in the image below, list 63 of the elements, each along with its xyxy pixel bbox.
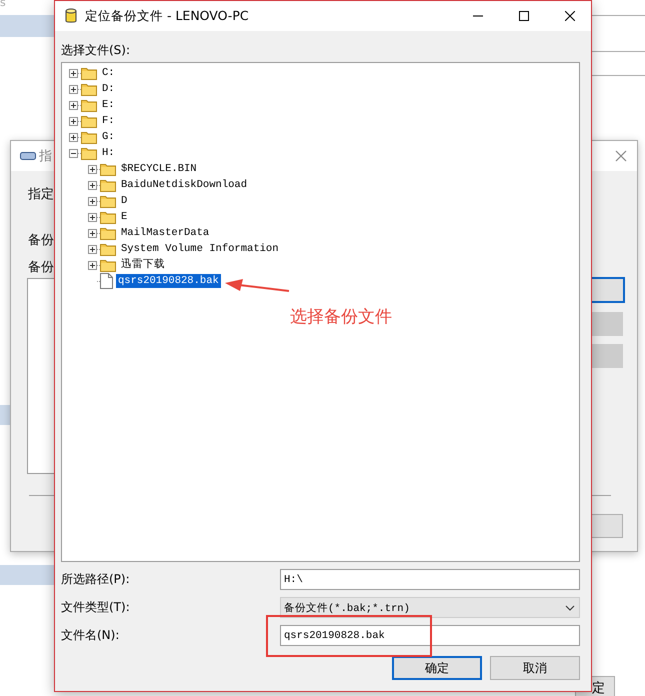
file-name-field[interactable]: qsrs20190828.bak [280,625,580,646]
tree-item[interactable]: D [119,194,130,208]
folder-icon [100,210,116,224]
folder-icon [100,178,116,192]
window-icon [20,152,36,160]
folder-icon [100,258,116,272]
expand-icon[interactable] [69,116,78,126]
expand-icon[interactable] [88,196,97,206]
folder-icon [81,98,97,112]
tree-item[interactable]: MailMasterData [119,226,212,240]
window-title: 定位备份文件 - LENOVO-PC [85,8,250,24]
expand-icon[interactable] [69,84,78,94]
path-label: 所选路径(P): [61,571,131,588]
folder-icon [100,226,116,240]
window-title: 指 [39,148,52,165]
folder-icon [81,146,97,160]
expand-icon[interactable] [88,228,97,238]
label-text: 指定 [28,186,54,203]
tree-item[interactable]: D: [100,82,117,96]
tree-item[interactable]: E [119,210,130,224]
cancel-button[interactable]: 取消 [490,656,580,680]
tree-item[interactable]: C: [100,66,117,80]
file-type-dropdown[interactable]: 备份文件(*.bak;*.trn) [280,597,580,618]
tree-item[interactable]: F: [100,114,117,128]
expand-icon[interactable] [88,180,97,190]
folder-icon [81,114,97,128]
annotation-text: 选择备份文件 [290,306,392,328]
file-name-label: 文件名(N): [61,627,120,644]
folder-icon [81,82,97,96]
tree-item[interactable]: BaiduNetdiskDownload [119,178,250,192]
folder-icon [100,162,116,176]
label-text: 备份 [28,232,54,249]
tree-item[interactable]: System Volume Information [119,242,281,256]
folder-icon [81,66,97,80]
expand-icon[interactable] [88,260,97,270]
chevron-down-icon [565,604,575,610]
tree-item[interactable]: H: [100,146,117,160]
path-field[interactable]: H:\ [280,569,580,590]
collapse-icon[interactable] [69,148,78,158]
tree-item[interactable]: $RECYCLE.BIN [119,162,199,176]
close-icon[interactable] [565,11,575,21]
expand-icon[interactable] [88,212,97,222]
expand-icon[interactable] [69,68,78,78]
folder-icon [100,194,116,208]
file-type-label: 文件类型(T): [61,599,131,616]
background-text: s [0,0,6,9]
tree-label: 选择文件(S): [61,42,132,59]
tree-item[interactable]: E: [100,98,117,112]
expand-icon[interactable] [88,164,97,174]
arrow-icon [225,279,291,295]
expand-icon[interactable] [69,132,78,142]
database-icon [65,8,77,24]
expand-icon[interactable] [88,244,97,254]
folder-icon [81,130,97,144]
tree-item[interactable]: 迅雷下载 [119,258,167,272]
tree-item[interactable]: G: [100,130,117,144]
folder-icon [100,242,116,256]
label-text: 备份 [28,259,54,276]
file-icon [100,273,113,289]
maximize-icon[interactable] [519,11,529,21]
expand-icon[interactable] [69,100,78,110]
ok-button[interactable]: 确定 [392,656,482,680]
tree-item[interactable]: qsrs20190828.bak [116,274,221,288]
